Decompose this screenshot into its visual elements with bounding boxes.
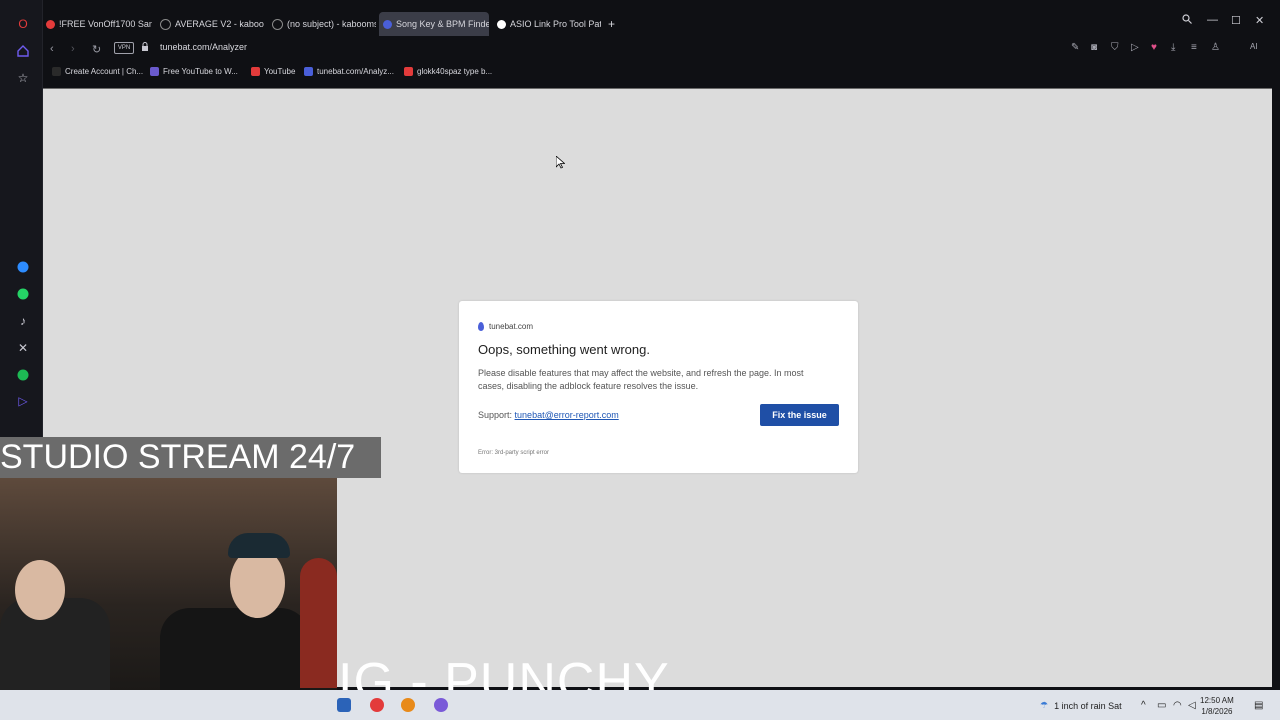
new-tab-button[interactable]: +: [608, 12, 622, 36]
maximize-icon[interactable]: ☐: [1231, 14, 1241, 27]
heart-icon[interactable]: ♥: [1151, 42, 1157, 53]
loading-icon: [272, 18, 283, 30]
bookmark[interactable]: tunebat.com/Analyz...: [304, 67, 394, 76]
bookmark[interactable]: YouTube: [251, 67, 295, 76]
address-bar: ‹ › ↻ VPN tunebat.com/Analyzer ✎ ◙ ⛉ ▷ ♥…: [42, 36, 1280, 62]
bookmarks-bar: Create Account | Ch... Free YouTube to W…: [42, 62, 1280, 84]
profile-icon[interactable]: ♙: [1211, 42, 1220, 53]
vpn-badge[interactable]: VPN: [114, 42, 134, 54]
tab-label: !FREE VonOff1700 Sample: [59, 19, 152, 29]
search-icon[interactable]: [1182, 14, 1192, 24]
opera-icon[interactable]: [370, 698, 384, 712]
edit-icon[interactable]: ✎: [1071, 42, 1079, 53]
tab[interactable]: ASIO Link Pro Tool Patche: [493, 12, 601, 36]
chevron-up-icon[interactable]: ^: [1141, 700, 1146, 711]
tab-bar: !FREE VonOff1700 Sample AVERAGE V2 - kab…: [42, 8, 1280, 36]
x-icon[interactable]: ✕: [14, 339, 32, 357]
volume-icon[interactable]: ◁: [1188, 700, 1196, 711]
face-left: [15, 560, 65, 620]
lock-icon[interactable]: [141, 42, 149, 51]
bookmark-favicon-icon: [150, 67, 159, 76]
ai-button[interactable]: AI: [1250, 42, 1258, 51]
clock[interactable]: 12:50 AM 1/8/2026: [1200, 695, 1234, 717]
support-line: Support: tunebat@error-report.com: [478, 410, 619, 420]
dialog-site: tunebat.com: [478, 322, 533, 331]
messenger-icon[interactable]: [14, 258, 32, 276]
error-text: Error: 3rd-party script error: [478, 450, 550, 456]
fix-issue-button[interactable]: Fix the issue: [760, 404, 839, 426]
face-center: [230, 548, 285, 618]
menu-icon[interactable]: ≡: [1191, 42, 1197, 53]
file-explorer-icon[interactable]: [337, 698, 351, 712]
tunebat-icon: [383, 19, 392, 29]
tab-label: ASIO Link Pro Tool Patche: [510, 19, 601, 29]
cap: [228, 533, 290, 558]
bookmark[interactable]: Free YouTube to W...: [150, 67, 238, 76]
close-icon[interactable]: ✕: [1255, 14, 1264, 27]
youtube-icon: [404, 67, 413, 76]
person-right: [300, 558, 337, 688]
taskbar: ☂ 1 inch of rain Sat ^ ▭ ◠ ◁ 12:50 AM 1/…: [0, 690, 1280, 720]
forward-icon[interactable]: ›: [71, 43, 75, 55]
dialog-body: Please disable features that may affect …: [478, 368, 804, 391]
minimize-icon[interactable]: —: [1207, 14, 1218, 26]
reload-icon[interactable]: ↻: [92, 43, 101, 56]
url-field[interactable]: tunebat.com/Analyzer: [160, 42, 247, 52]
asio-icon: [497, 19, 506, 29]
webcam-feed: [0, 478, 337, 691]
stream-overlay-title: STUDIO STREAM 24/7: [0, 437, 381, 478]
discord-icon[interactable]: [434, 698, 448, 712]
shield-icon[interactable]: ⛉: [1111, 42, 1119, 53]
tab[interactable]: !FREE VonOff1700 Sample: [42, 12, 152, 36]
support-email-link[interactable]: tunebat@error-report.com: [515, 410, 619, 420]
download-icon[interactable]: ⤓: [1171, 42, 1175, 53]
opera-logo-icon[interactable]: O: [14, 15, 32, 33]
tunebat-icon: [304, 67, 313, 76]
battery-icon[interactable]: ▭: [1157, 700, 1166, 711]
tab-active[interactable]: Song Key & BPM Finder |: [379, 12, 489, 36]
dialog-title: Oops, something went wrong.: [478, 342, 650, 357]
player-icon[interactable]: ▷: [14, 392, 32, 410]
loading-icon: [160, 18, 171, 30]
bookmark[interactable]: glokk40spaz type b...: [404, 67, 492, 76]
notifications-icon[interactable]: ▤: [1254, 700, 1263, 711]
fl-studio-icon[interactable]: [401, 698, 415, 712]
weather-widget[interactable]: ☂ 1 inch of rain Sat: [1040, 700, 1122, 711]
youtube-icon: [46, 19, 55, 29]
person-center: [160, 608, 310, 691]
tab-label: (no subject) - kaboomsha: [287, 19, 376, 29]
tunebat-logo-icon: [478, 322, 484, 331]
camera-icon[interactable]: ◙: [1091, 42, 1097, 53]
tab-label: Song Key & BPM Finder |: [396, 19, 489, 29]
spotify-icon[interactable]: [14, 366, 32, 384]
whatsapp-icon[interactable]: [14, 285, 32, 303]
tab[interactable]: AVERAGE V2 - kaboomsha: [156, 12, 264, 36]
youtube-icon: [251, 67, 260, 76]
play-icon[interactable]: ▷: [1131, 42, 1139, 53]
bookmark-favicon-icon: [52, 67, 61, 76]
tab-label: AVERAGE V2 - kaboomsha: [175, 19, 264, 29]
home-icon[interactable]: [14, 42, 32, 60]
star-icon[interactable]: ☆: [14, 69, 32, 87]
rain-icon: ☂: [1040, 700, 1049, 710]
bookmark[interactable]: Create Account | Ch...: [52, 67, 143, 76]
tiktok-icon[interactable]: ♪: [14, 312, 32, 330]
tab[interactable]: (no subject) - kaboomsha: [268, 12, 376, 36]
back-icon[interactable]: ‹: [50, 43, 54, 55]
wifi-icon[interactable]: ◠: [1173, 700, 1182, 711]
error-dialog: tunebat.com Oops, something went wrong. …: [459, 301, 858, 473]
